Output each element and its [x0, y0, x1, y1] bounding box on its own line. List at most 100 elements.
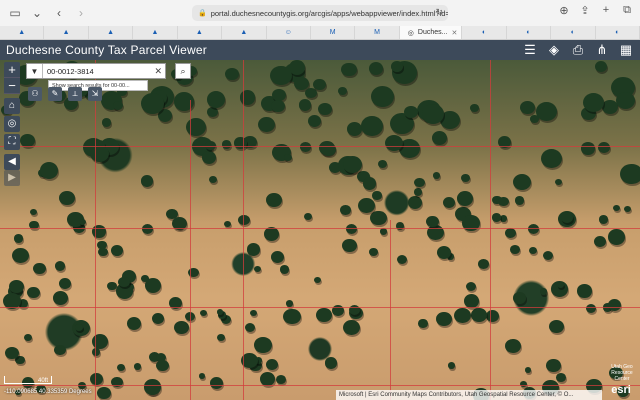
tree-canopy: [9, 279, 24, 293]
tab-11[interactable]: ◐: [507, 26, 552, 39]
tree-canopy: [54, 261, 66, 271]
arrow-left-icon: ◀: [8, 156, 16, 167]
tree-canopy: [340, 205, 351, 215]
tree-canopy: [556, 373, 566, 382]
tree-canopy: [270, 99, 285, 112]
tree-canopy: [549, 320, 564, 334]
close-icon[interactable]: ✕: [451, 29, 457, 37]
tree-canopy: [198, 373, 205, 379]
tree-canopy: [372, 191, 382, 200]
fullscreen-button[interactable]: ⛶: [4, 134, 20, 150]
tree-canopy: [206, 91, 225, 108]
layers-icon[interactable]: ◈: [546, 42, 562, 58]
download-icon[interactable]: ⊕: [557, 4, 571, 17]
tab-4[interactable]: ▲: [178, 26, 223, 39]
grid-icon[interactable]: ▦: [618, 42, 634, 58]
reload-icon[interactable]: ↻: [435, 7, 443, 18]
share-icon[interactable]: ⇪: [578, 4, 592, 17]
tree-canopy: [111, 244, 123, 256]
tab-2[interactable]: ▲: [89, 26, 134, 39]
next-extent-button[interactable]: ▶: [4, 170, 20, 186]
tree-canopy: [369, 247, 379, 256]
tab-1[interactable]: ▲: [44, 26, 89, 39]
locate-button[interactable]: ◎: [4, 116, 20, 132]
tree-canopy: [300, 142, 312, 153]
tree-canopy: [254, 265, 262, 273]
search-input[interactable]: 00-0012-3814: [43, 67, 154, 76]
tab-8[interactable]: M: [355, 26, 400, 39]
tree-canopy: [504, 228, 516, 239]
tree-canopy: [174, 320, 189, 334]
tree-canopy: [407, 196, 422, 209]
parcel-boundary-line: [243, 60, 244, 400]
sidebar-toggle-icon[interactable]: ▭: [6, 4, 24, 22]
measure-icon[interactable]: ⟂: [68, 87, 82, 101]
tree-canopy: [324, 357, 338, 369]
zoom-in-button[interactable]: +: [4, 62, 20, 78]
map-view[interactable]: [0, 60, 640, 400]
edge-icon: ◐: [481, 29, 487, 36]
tree-canopy: [270, 65, 292, 85]
tree-canopy: [463, 293, 480, 308]
print-icon[interactable]: ⎙: [570, 42, 586, 58]
site-icon: ▲: [18, 29, 26, 36]
tree-canopy: [126, 317, 142, 331]
tree-canopy: [239, 90, 256, 105]
tree-canopy: [12, 248, 30, 264]
tree-canopy: [200, 309, 208, 316]
lock-icon: 🔒: [198, 10, 207, 17]
tab-7[interactable]: M: [311, 26, 356, 39]
tree-canopy: [421, 104, 444, 124]
tab-9[interactable]: ◎ Duches... ✕: [399, 26, 463, 39]
previous-extent-button[interactable]: ◀: [4, 154, 20, 170]
tab-overview-icon[interactable]: ⧉: [620, 4, 634, 17]
select-icon[interactable]: ⇲: [88, 87, 102, 101]
tree-canopy: [442, 197, 455, 208]
tab-0[interactable]: ▲: [0, 26, 45, 39]
chevron-down-icon[interactable]: ⌄: [28, 4, 46, 22]
url-text: portal.duchesnecountygis.org/arcgis/apps…: [210, 8, 448, 18]
tree-canopy: [304, 212, 313, 220]
app-header: Duchesne County Tax Parcel Viewer ☰ ◈ ⎙ …: [0, 40, 640, 60]
tab-12[interactable]: ◐: [551, 26, 596, 39]
parcel-boundary-line: [490, 60, 491, 400]
share-icon[interactable]: ⋔: [594, 42, 610, 58]
coordinate-readout: -110.090685 40.335359 Degrees: [4, 389, 92, 395]
home-button[interactable]: ⌂: [4, 98, 20, 114]
tab-10[interactable]: ◐: [462, 26, 507, 39]
tree-canopy: [156, 360, 169, 372]
tree-canopy: [23, 334, 32, 342]
tree-canopy: [607, 298, 621, 311]
tab-3[interactable]: ▲: [133, 26, 178, 39]
tree-canopy: [397, 254, 408, 264]
clear-icon[interactable]: ✕: [154, 66, 165, 77]
binoculars-icon[interactable]: ⚇: [28, 87, 42, 101]
tab-6[interactable]: ☺: [267, 26, 311, 39]
tab-13[interactable]: ◐: [596, 26, 640, 39]
search-button[interactable]: ⌕: [175, 63, 191, 79]
tree-canopy: [624, 205, 632, 212]
zoom-out-button[interactable]: −: [4, 78, 20, 94]
tree-canopy: [597, 141, 611, 154]
tree-canopy: [492, 213, 502, 222]
tree-canopy: [539, 288, 548, 295]
tree-canopy: [254, 337, 272, 353]
tree-canopy: [91, 348, 101, 357]
tree-canopy: [265, 193, 282, 208]
tree-canopy: [39, 162, 59, 180]
tree-canopy: [371, 85, 395, 107]
layer-list-icon[interactable]: ☰: [522, 42, 538, 58]
new-tab-icon[interactable]: +: [599, 4, 613, 17]
back-icon[interactable]: ‹: [50, 4, 68, 22]
tree-canopy: [520, 100, 536, 115]
address-bar[interactable]: 🔒 portal.duchesnecountygis.org/arcgis/ap…: [192, 5, 448, 21]
search-source-dropdown[interactable]: ▼: [27, 64, 43, 78]
smile-icon: ☺: [284, 29, 292, 36]
draw-icon[interactable]: ✎: [48, 87, 62, 101]
tree-canopy: [305, 88, 317, 99]
site-icon: ▲: [240, 29, 248, 36]
tab-5[interactable]: ▲: [222, 26, 267, 39]
forward-icon[interactable]: ›: [72, 4, 90, 22]
tree-canopy: [276, 375, 286, 385]
parcel-boundary-line: [190, 100, 191, 400]
